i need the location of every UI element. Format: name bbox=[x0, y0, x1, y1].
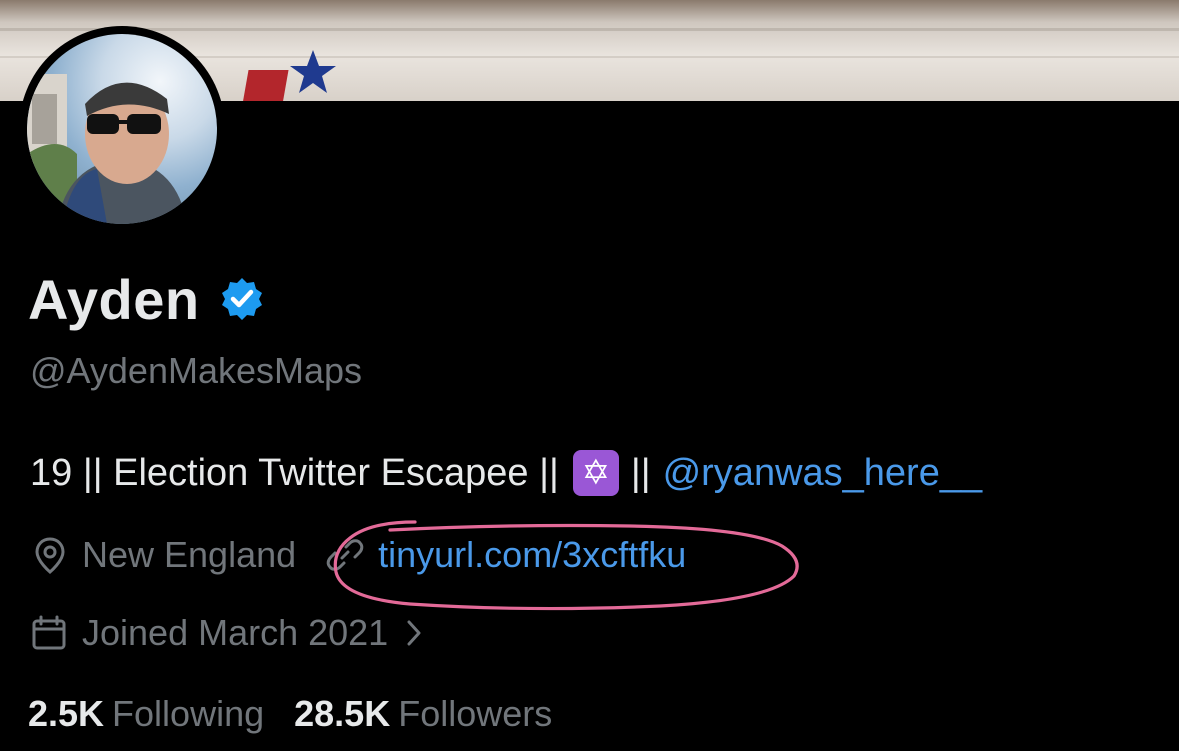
star-of-david-emoji-icon: ✡ bbox=[572, 450, 619, 496]
avatar-photo bbox=[27, 74, 187, 224]
followers-count: 28.5K bbox=[294, 693, 391, 734]
following-label: Following bbox=[112, 693, 265, 734]
profile-joined-date: Joined March 2021 bbox=[82, 612, 389, 653]
chevron-right-icon[interactable] bbox=[404, 618, 424, 648]
following-stat[interactable]: 2.5K Following bbox=[28, 693, 264, 735]
verified-badge-icon[interactable] bbox=[218, 275, 266, 323]
profile-joined-row[interactable]: Joined March 2021 bbox=[30, 608, 424, 658]
profile-meta-row: New England tinyurl.com/3xcftfku bbox=[30, 530, 686, 580]
profile-website-link[interactable]: tinyurl.com/3xcftfku bbox=[326, 534, 686, 576]
profile-location: New England bbox=[82, 534, 297, 575]
website-url[interactable]: tinyurl.com/3xcftfku bbox=[378, 534, 686, 576]
profile-stats: 2.5K Following 28.5K Followers bbox=[28, 693, 552, 735]
banner-stripe bbox=[0, 28, 1179, 31]
avatar[interactable] bbox=[27, 34, 217, 224]
calendar-icon bbox=[32, 615, 66, 650]
profile-name-row: Ayden bbox=[28, 264, 266, 334]
followers-label: Followers bbox=[398, 693, 553, 734]
profile-handle: @AydenMakesMaps bbox=[30, 350, 363, 391]
banner-red-shape bbox=[241, 70, 289, 101]
profile-bio: 19 || Election Twitter Escapee || ✡ || @… bbox=[30, 450, 982, 496]
followers-stat[interactable]: 28.5K Followers bbox=[294, 693, 552, 735]
avatar-frame[interactable] bbox=[19, 26, 225, 232]
bio-mention-link[interactable]: @ryanwas_here__ bbox=[663, 452, 983, 495]
display-name: Ayden bbox=[28, 267, 200, 331]
link-icon bbox=[326, 539, 364, 571]
location-pin-icon bbox=[35, 537, 65, 574]
star-icon bbox=[290, 50, 336, 93]
bio-separator: || bbox=[630, 451, 651, 494]
following-count: 2.5K bbox=[28, 693, 105, 734]
bio-text: 19 || Election Twitter Escapee || bbox=[30, 451, 559, 494]
